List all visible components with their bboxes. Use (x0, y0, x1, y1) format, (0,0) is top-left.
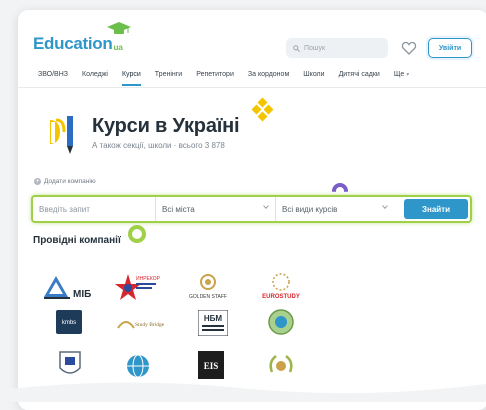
company-logo-kmbs[interactable]: kmbs (56, 310, 82, 334)
nav-more-label: Ще (393, 71, 405, 78)
round-emblem-icon (268, 309, 294, 335)
city-value: Всі міста (162, 204, 195, 214)
city-select[interactable]: Всі міста (156, 197, 276, 221)
study-bridge-icon: Study Bridge (117, 321, 165, 329)
login-button[interactable]: Увійти (428, 38, 472, 58)
nav-item-colleges[interactable]: Коледжі (75, 66, 115, 84)
nbm-text: НБМ (204, 314, 223, 323)
company-logo-golden-staff[interactable]: GOLDEN STAFF (182, 270, 234, 304)
nav-item-abroad[interactable]: За кордоном (241, 66, 296, 84)
search-placeholder: Пошук (304, 44, 326, 52)
graduation-cap-icon (107, 22, 131, 34)
logo-suffix: ua (113, 43, 123, 52)
bottom-wave-decoration (0, 382, 486, 402)
logo-text: Education (33, 34, 113, 53)
eurostudy-text: EUROSTUDY (262, 294, 300, 300)
course-type-value: Всі види курсів (282, 204, 338, 214)
category-nav: ЗВО/ВНЗ Коледжі Курси Тренінги Репетитор… (18, 66, 486, 86)
chevron-down-icon (382, 205, 388, 209)
kmbs-icon: kmbs (56, 310, 82, 334)
nav-item-kindergartens[interactable]: Дитячі садки (332, 66, 387, 84)
search-input[interactable]: Пошук (286, 38, 388, 58)
course-type-select[interactable]: Всі види курсів (276, 197, 394, 221)
find-button[interactable]: Знайти (404, 199, 468, 219)
query-input[interactable]: Введіть запит (33, 197, 156, 221)
nav-item-trainings[interactable]: Тренінги (148, 66, 189, 84)
study-bridge-text: Study Bridge (135, 322, 165, 328)
page-subtitle: А також секції, школи · всього 3 878 (92, 141, 225, 150)
nav-item-schools[interactable]: Школи (296, 66, 331, 84)
leading-companies-title: Провідні компанії (33, 235, 121, 246)
company-logo-mib[interactable]: МІБ (42, 273, 96, 303)
company-logo-nbm[interactable]: НБМ (198, 310, 228, 336)
company-logo-eurostudy[interactable]: EUROSTUDY (256, 270, 306, 304)
eis-text: EIS (204, 361, 219, 371)
golden-staff-text: GOLDEN STAFF (189, 294, 227, 300)
site-logo[interactable]: Education ua (33, 22, 131, 54)
nav-item-universities[interactable]: ЗВО/ВНЗ (18, 66, 75, 84)
search-filter-bar: Введіть запит Всі міста Всі види курсів … (31, 195, 472, 223)
page-card: Education ua Пошук Увійти ЗВО/ВНЗ Коледж… (18, 10, 486, 410)
decorative-diamond-icon (251, 97, 274, 122)
chevron-down-icon: ▾ (406, 72, 410, 78)
page-title: Курси в Україні (92, 115, 240, 137)
nav-item-courses[interactable]: Курси (115, 66, 148, 86)
eurostudy-icon: EUROSTUDY (262, 273, 300, 300)
plus-icon: + (34, 178, 41, 185)
golden-staff-icon: GOLDEN STAFF (189, 274, 227, 300)
nav-item-more[interactable]: Ще ▾ (387, 66, 416, 84)
decorative-ring (128, 225, 146, 243)
heart-icon[interactable] (401, 40, 417, 56)
nav-item-tutors[interactable]: Репетитори (189, 66, 241, 84)
company-logo-ibrecor[interactable]: ИНРЕКОР (114, 270, 162, 304)
query-placeholder: Введіть запит (39, 204, 90, 214)
mib-logo-icon: МІБ (44, 276, 91, 300)
nav-divider (18, 87, 486, 88)
add-company-link[interactable]: + Додати компанію (34, 178, 96, 185)
company-logo-round-emblem[interactable] (266, 308, 296, 336)
chevron-down-icon (263, 205, 269, 209)
nbm-icon: НБМ (198, 310, 228, 336)
add-company-label: Додати компанію (44, 178, 96, 185)
courses-pencil-icon (50, 116, 73, 154)
kmbs-text: kmbs (62, 320, 76, 326)
search-icon (293, 44, 300, 52)
star-burst-icon: ИНРЕКОР (115, 274, 161, 300)
mib-logo-text: МІБ (73, 289, 91, 300)
company-logo-study-bridge[interactable]: Study Bridge (116, 314, 166, 332)
ibrecor-logo-text: ИНРЕКОР (136, 276, 161, 282)
